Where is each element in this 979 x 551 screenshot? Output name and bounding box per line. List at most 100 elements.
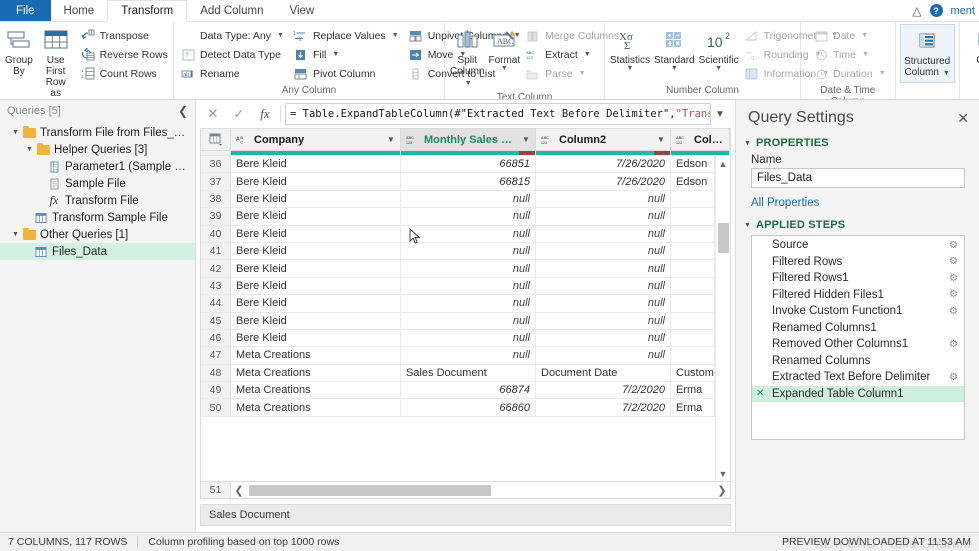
table-cell[interactable]: Bere Kleid	[231, 329, 401, 347]
table-cell[interactable]: null	[536, 295, 671, 312]
detect-data-type-button[interactable]: ? Detect Data Type	[178, 45, 289, 64]
row-number[interactable]: 45	[201, 312, 231, 329]
row-number[interactable]: 48	[201, 364, 231, 382]
table-row[interactable]: 50 Meta Creations 66860 7/2/2020 Erma	[201, 399, 715, 417]
table-cell[interactable]: 7/2/2020	[536, 382, 671, 399]
applied-step-item[interactable]: Filtered Rows ⚙	[752, 254, 964, 271]
table-cell[interactable]: null	[401, 208, 536, 225]
applied-step-item[interactable]: Invoke Custom Function1 ⚙	[752, 303, 964, 320]
query-name-input[interactable]: Files_Data	[751, 168, 965, 188]
table-row[interactable]: 42 Bere Kleid null null	[201, 260, 715, 278]
gear-icon[interactable]: ⚙	[949, 256, 958, 267]
table-cell[interactable]: Bere Kleid	[231, 225, 401, 242]
time-button[interactable]: Time ▼	[811, 45, 891, 64]
scientific-button[interactable]: 10 2 Scientific ▼	[698, 24, 740, 75]
row-number[interactable]: 41	[201, 242, 231, 260]
chevron-left-icon[interactable]: ❮	[231, 484, 247, 497]
query-item-sample-file[interactable]: Sample File	[0, 175, 195, 192]
table-cell[interactable]: null	[536, 329, 671, 347]
data-type-button[interactable]: Data Type: Any ▼	[178, 26, 289, 45]
table-cell[interactable]	[671, 190, 715, 208]
query-item-transform-file[interactable]: fx Transform File	[0, 192, 195, 209]
quality-bar-column3[interactable]	[671, 151, 730, 155]
table-row[interactable]: 44 Bere Kleid null null	[201, 295, 715, 313]
applied-step-item[interactable]: Removed Other Columns1 ⚙	[752, 336, 964, 353]
table-row[interactable]: 38 Bere Kleid null null	[201, 190, 715, 209]
table-row[interactable]: 39 Bere Kleid null null	[201, 208, 715, 226]
table-cell[interactable]: Document Date	[536, 364, 671, 382]
table-row[interactable]: 49 Meta Creations 66874 7/2/2020 Erma	[201, 382, 715, 400]
column-filter-icon[interactable]: ▼	[654, 132, 668, 148]
table-cell[interactable]	[671, 225, 715, 242]
table-cell[interactable]: 66860	[401, 399, 536, 416]
table-row[interactable]: 43 Bere Kleid null null	[201, 277, 715, 296]
duration-button[interactable]: Duration ▼	[811, 64, 891, 83]
row-number[interactable]: 47	[201, 347, 231, 364]
table-cell[interactable]: Bere Kleid	[231, 312, 401, 329]
documentation-link[interactable]: ment	[951, 5, 975, 17]
table-cell[interactable]: 66874	[401, 382, 536, 399]
row-number[interactable]: 40	[201, 225, 231, 242]
row-number[interactable]: 46	[201, 329, 231, 347]
table-cell[interactable]: Bere Kleid	[231, 295, 401, 312]
gear-icon[interactable]: ⚙	[949, 273, 958, 284]
quality-bar-column2[interactable]	[536, 151, 671, 155]
table-row[interactable]: 46 Bere Kleid null null	[201, 329, 715, 348]
quality-bar-company[interactable]	[231, 151, 401, 155]
table-row[interactable]: 36 Bere Kleid 66851 7/26/2020 Edson	[201, 156, 715, 174]
table-cell[interactable]: null	[401, 277, 536, 295]
grid-horizontal-scrollbar[interactable]: ❮ ❯	[231, 482, 730, 498]
table-row[interactable]: 48 Meta Creations Sales Document Document D…	[201, 364, 715, 383]
chevron-down-icon[interactable]: ▼	[711, 109, 729, 120]
row-number[interactable]: 44	[201, 295, 231, 312]
status-preview-downloaded[interactable]: PREVIEW DOWNLOADED AT 11:53 AM	[782, 536, 971, 548]
column-header-column2[interactable]: ABC 123 Column2 ▼	[536, 129, 671, 150]
table-cell[interactable]	[671, 329, 715, 347]
statistics-button[interactable]: Χσ Σ Statistics ▼	[609, 24, 651, 75]
reverse-rows-button[interactable]: Reverse Rows	[78, 45, 173, 64]
query-item-files-data[interactable]: Files_Data	[0, 243, 195, 260]
gear-icon[interactable]: ⚙	[949, 289, 958, 300]
table-cell[interactable]: 7/2/2020	[536, 399, 671, 416]
applied-steps-section-header[interactable]: ▼ APPLIED STEPS	[736, 215, 979, 233]
row-number[interactable]: 39	[201, 208, 231, 225]
all-properties-link[interactable]: All Properties	[736, 188, 979, 215]
table-cell[interactable]: Customer	[671, 364, 715, 382]
column-filter-icon[interactable]: ▼	[384, 132, 398, 148]
pivot-column-button[interactable]: Pivot Column	[291, 64, 404, 83]
row-number[interactable]: 37	[201, 173, 231, 190]
close-x-icon[interactable]: ✕	[957, 111, 969, 125]
table-cell[interactable]: Bere Kleid	[231, 277, 401, 295]
expand-triangle-icon[interactable]: ▼	[744, 222, 751, 229]
table-cell[interactable]: Meta Creations	[231, 347, 401, 364]
table-cell[interactable]	[671, 312, 715, 329]
table-cell[interactable]: null	[401, 347, 536, 364]
cancel-x-icon[interactable]: ✕	[200, 103, 226, 125]
table-cell[interactable]: Bere Kleid	[231, 242, 401, 260]
table-cell[interactable]: Bere Kleid	[231, 156, 401, 173]
table-cell[interactable]: null	[401, 260, 536, 277]
expand-triangle-icon[interactable]: ▼	[744, 140, 751, 147]
table-cell[interactable]: Edson	[671, 173, 715, 190]
group-by-button[interactable]: Group By	[4, 24, 34, 80]
query-item-parameter1[interactable]: Parameter1 (Sample File)	[0, 158, 195, 175]
table-cell[interactable]: null	[401, 295, 536, 312]
table-cell[interactable]: Edson	[671, 156, 715, 173]
table-options-icon[interactable]	[201, 129, 231, 150]
chevron-right-icon[interactable]: ❯	[714, 484, 730, 497]
grid-vertical-scrollbar[interactable]: ▲ ▼	[715, 156, 730, 481]
table-cell[interactable]: null	[536, 190, 671, 208]
table-row[interactable]: 41 Bere Kleid null null	[201, 242, 715, 261]
table-cell[interactable]: null	[536, 208, 671, 225]
date-button[interactable]: Date ▼	[811, 26, 891, 45]
chevron-up-icon[interactable]: ▲	[716, 156, 730, 171]
tab-transform[interactable]: Transform	[107, 0, 188, 22]
outline-button[interactable]: Outli ▼	[964, 24, 979, 75]
table-cell[interactable]: 66851	[401, 156, 536, 173]
table-row[interactable]: 45 Bere Kleid null null	[201, 312, 715, 330]
table-cell[interactable]: null	[536, 277, 671, 295]
applied-step-item[interactable]: Source ⚙	[752, 237, 964, 254]
gear-icon[interactable]: ⚙	[949, 372, 958, 383]
chevron-left-icon[interactable]: ❮	[178, 104, 188, 118]
table-row[interactable]: 37 Bere Kleid 66815 7/26/2020 Edson	[201, 173, 715, 191]
